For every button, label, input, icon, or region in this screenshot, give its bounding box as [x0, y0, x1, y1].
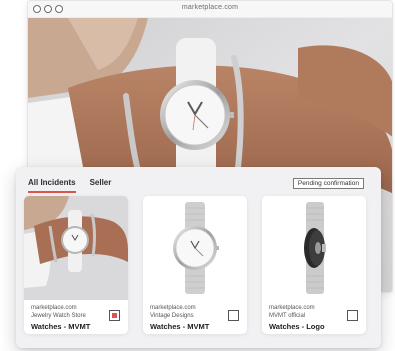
browser-titlebar: marketplace.com — [28, 1, 392, 18]
pending-confirmation-button[interactable]: Pending confirmation — [292, 178, 364, 189]
incident-card[interactable]: marketplace.com MVMT official Watches - … — [262, 196, 366, 334]
listing-seller: Vintage Designs — [150, 313, 194, 319]
tab-seller[interactable]: Seller — [90, 178, 112, 193]
listing-meta: marketplace.com MVMT official Watches - … — [269, 304, 342, 332]
incident-tabs: All Incidents Seller — [28, 178, 111, 193]
incident-card[interactable]: marketplace.com Vintage Designs Watches … — [143, 196, 247, 334]
listing-thumbnail — [143, 196, 247, 300]
listing-domain: marketplace.com — [31, 305, 77, 311]
address-bar-url[interactable]: marketplace.com — [28, 4, 392, 11]
listing-domain: marketplace.com — [269, 305, 315, 311]
listing-thumbnail — [24, 196, 128, 300]
listing-select-checkbox[interactable] — [347, 310, 358, 321]
listing-seller: MVMT official — [269, 313, 306, 319]
listing-title: Watches - MVMT — [31, 322, 91, 331]
listing-meta: marketplace.com Vintage Designs Watches … — [150, 304, 223, 332]
listing-meta: marketplace.com Jewelry Watch Store Watc… — [31, 304, 104, 332]
tab-all-incidents[interactable]: All Incidents — [28, 178, 76, 193]
listing-select-checkbox[interactable] — [228, 310, 239, 321]
listing-domain: marketplace.com — [150, 305, 196, 311]
listing-title: Watches - Logo — [269, 322, 325, 331]
incident-card[interactable]: marketplace.com Jewelry Watch Store Watc… — [24, 196, 128, 334]
listing-thumbnail — [262, 196, 366, 300]
listing-select-checkbox[interactable] — [109, 310, 120, 321]
listing-seller: Jewelry Watch Store — [31, 313, 86, 319]
listing-title: Watches - MVMT — [150, 322, 210, 331]
incidents-panel: All Incidents Seller Pending confirmatio… — [16, 167, 381, 348]
